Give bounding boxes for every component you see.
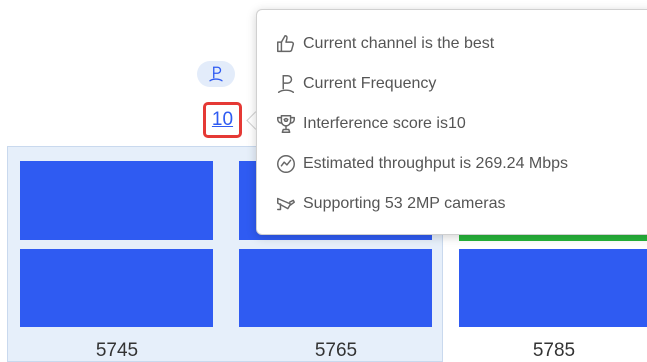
channel-bar-lower[interactable]	[239, 249, 432, 327]
interference-score-box[interactable]: 10	[203, 102, 242, 138]
channel-bar-lower[interactable]	[459, 249, 647, 327]
tooltip-throughput: Estimated throughput is 269.24 Mbps	[275, 151, 568, 177]
thumbs-up-icon	[277, 35, 295, 53]
tooltip-current-frequency: Current Frequency	[275, 71, 436, 97]
camera-icon	[277, 197, 295, 211]
wifi-frequency-icon	[209, 66, 223, 82]
tooltip-current-frequency-text: Current Frequency	[303, 75, 437, 92]
channel-label: 5765	[314, 340, 358, 361]
tooltip-cameras: Supporting 53 2MP cameras	[275, 191, 505, 217]
tooltip-interference-score-text: Interference score is10	[303, 115, 466, 132]
current-frequency-badge[interactable]	[197, 61, 235, 87]
channel-bar-lower[interactable]	[20, 249, 213, 327]
channel-label: 5745	[95, 340, 139, 361]
interference-score-link[interactable]: 10	[212, 109, 233, 131]
channel-bar-upper[interactable]	[20, 161, 213, 240]
tooltip-throughput-text: Estimated throughput is 269.24 Mbps	[303, 155, 569, 172]
tooltip-cameras-text: Supporting 53 2MP cameras	[303, 195, 506, 212]
tooltip-interference-score: Interference score is10	[275, 111, 466, 137]
tooltip-best-channel: Current channel is the best	[275, 31, 494, 57]
channel-label: 5785	[532, 340, 576, 361]
trophy-icon	[277, 115, 295, 133]
wifi-frequency-icon	[277, 75, 295, 93]
channel-info-tooltip: Current channel is the best Current Freq…	[256, 9, 647, 235]
speedometer-icon	[277, 155, 295, 173]
tooltip-best-channel-text: Current channel is the best	[303, 35, 495, 52]
